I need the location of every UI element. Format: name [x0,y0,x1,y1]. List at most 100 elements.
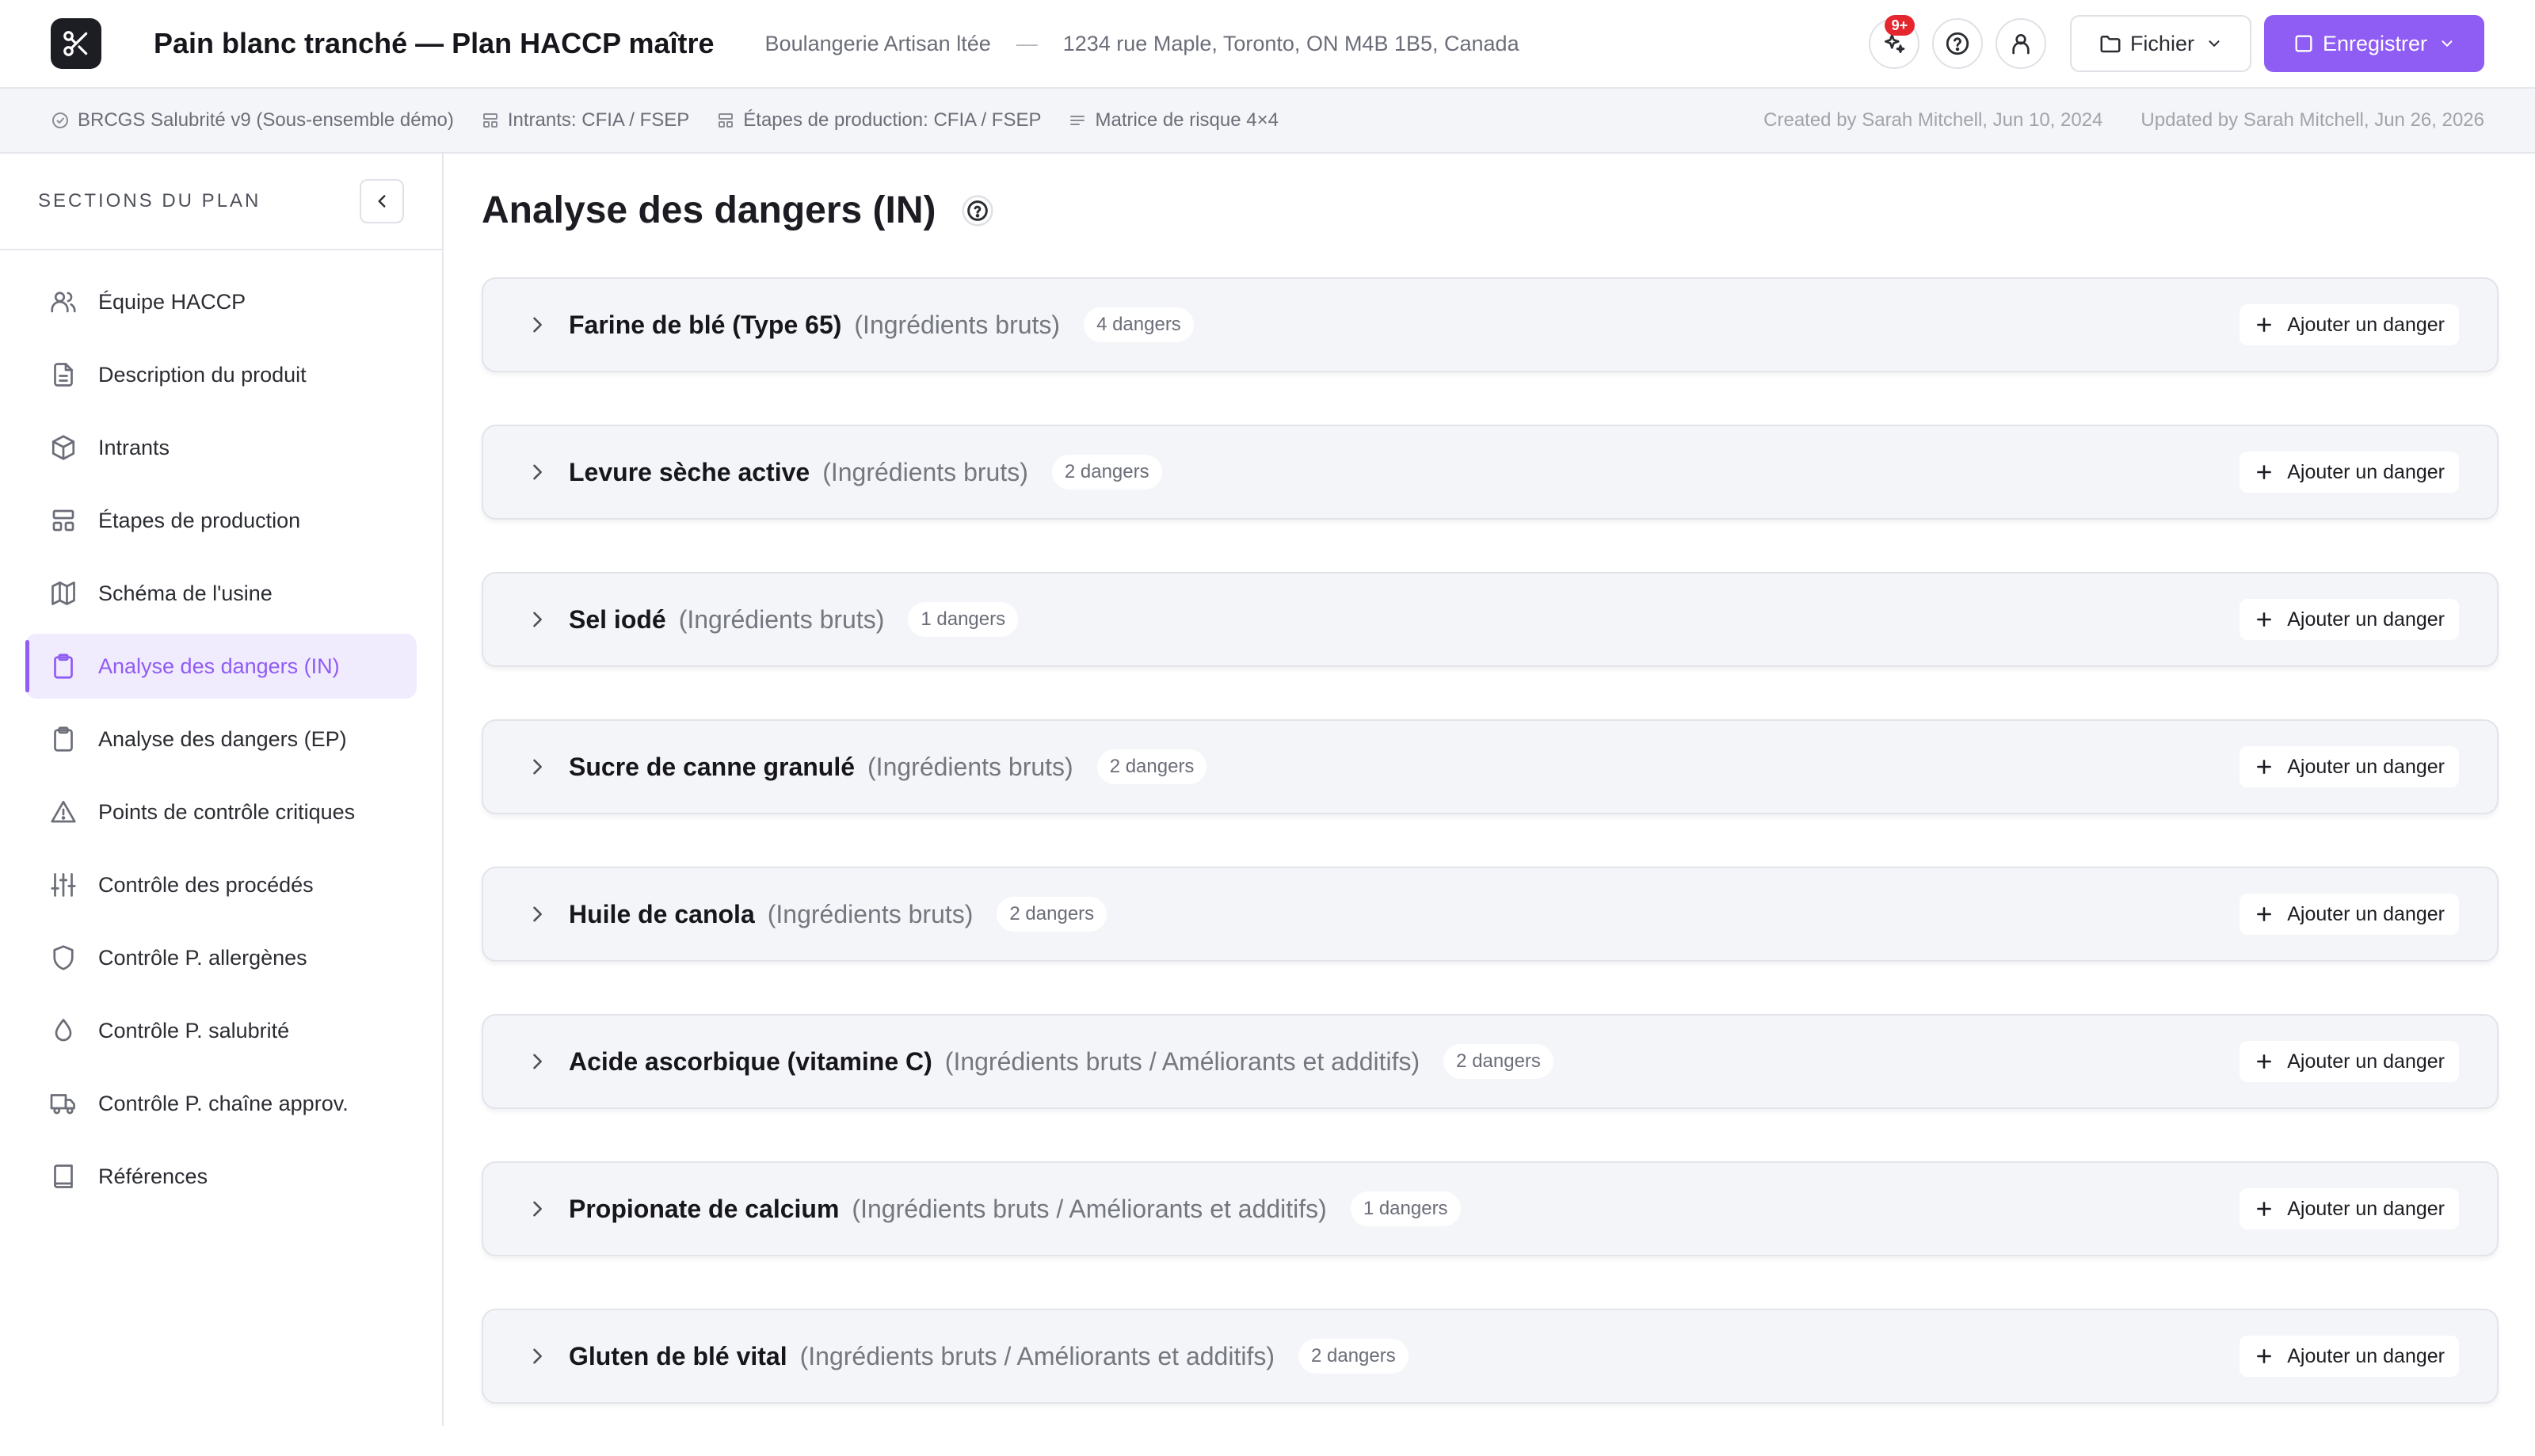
chevron-right-icon[interactable] [526,1050,548,1073]
chevron-down-icon[interactable] [2438,35,2456,52]
add-hazard-label: Ajouter un danger [2287,460,2445,483]
document-title: Pain blanc tranché — Plan HACCP maître [154,27,715,59]
created-info: Created by Sarah Mitchell, Jun 10, 2024 [1763,109,2103,131]
document-icon [49,360,78,389]
save-button[interactable]: Enregistrer [2263,15,2484,72]
add-hazard-button[interactable]: Ajouter un danger [2240,452,2459,493]
plan-sections-sidebar: SECTIONS DU PLAN Équipe HACCP Descriptio… [0,154,444,1426]
users-icon [49,288,78,316]
sidebar-item-references[interactable]: Références [25,1144,417,1209]
truck-icon [49,1089,78,1118]
clipboard-icon [49,725,78,753]
user-icon [2008,31,2034,56]
hazard-count-badge: 2 dangers [997,897,1107,932]
sidebar-item-label: Équipe HACCP [98,289,246,314]
company-address: 1234 rue Maple, Toronto, ON M4B 1B5, Can… [1062,31,1519,55]
ingredient-category: (Ingrédients bruts) [867,752,1073,781]
add-hazard-button[interactable]: Ajouter un danger [2240,304,2459,345]
user-account-button[interactable] [1995,18,2046,69]
ingredient-category: (Ingrédients bruts / Améliorants et addi… [944,1046,1420,1076]
ingredient-card[interactable]: Sucre de canne granulé (Ingrédients brut… [482,719,2499,814]
sidebar-item-label: Références [98,1164,208,1188]
sidebar-item-allergen-control[interactable]: Contrôle P. allergènes [25,925,417,990]
ingredient-name: Gluten de blé vital [569,1341,787,1370]
ingredient-card[interactable]: Propionate de calcium (Ingrédients bruts… [482,1161,2499,1256]
save-label: Enregistrer [2322,31,2427,55]
section-header: Analyse des dangers (IN) [482,189,995,232]
ingredient-category: (Ingrédients bruts) [822,457,1028,486]
chevron-right-icon[interactable] [526,1345,548,1367]
updated-info: Updated by Sarah Mitchell, Jun 26, 2026 [2140,109,2484,131]
add-hazard-label: Ajouter un danger [2287,755,2445,778]
add-hazard-label: Ajouter un danger [2287,608,2445,631]
sidebar-item-production-steps[interactable]: Étapes de production [25,488,417,553]
ingredient-category: (Ingrédients bruts / Améliorants et addi… [799,1341,1275,1370]
plus-icon [2254,609,2274,630]
file-menu-button[interactable]: Fichier [2069,15,2251,72]
notification-badge: 9+ [1884,15,1915,36]
sidebar-item-product-description[interactable]: Description du produit [25,342,417,407]
steps-icon [49,506,78,535]
meta-standard: BRCGS Salubrité v9 (Sous-ensemble démo) [51,109,454,131]
chevron-right-icon[interactable] [526,608,548,631]
chevron-right-icon[interactable] [526,903,548,925]
shield-icon [49,943,78,972]
sidebar-item-critical-control-points[interactable]: Points de contrôle critiques [25,779,417,844]
ingredient-card[interactable]: Sel iodé (Ingrédients bruts) 1 dangers A… [482,572,2499,667]
hazard-count-badge: 1 dangers [908,602,1019,637]
chevron-down-icon [2205,35,2223,52]
help-circle-icon[interactable] [960,193,995,228]
sidebar-item-label: Contrôle P. chaîne approv. [98,1091,349,1115]
add-hazard-button[interactable]: Ajouter un danger [2240,1336,2459,1377]
folder-icon [2099,32,2122,55]
hazard-count-badge: 4 dangers [1084,307,1194,342]
top-bar: Pain blanc tranché — Plan HACCP maître B… [0,0,2535,89]
collapse-sidebar-button[interactable] [360,179,404,223]
sidebar-item-sanitation-control[interactable]: Contrôle P. salubrité [25,998,417,1063]
hazard-count-badge: 2 dangers [1096,749,1207,784]
sidebar-item-label: Points de contrôle critiques [98,799,356,824]
ingredient-card[interactable]: Farine de blé (Type 65) (Ingrédients bru… [482,277,2499,372]
chevron-right-icon[interactable] [526,461,548,483]
meta-inputs: Intrants: CFIA / FSEP [481,109,689,131]
add-hazard-button[interactable]: Ajouter un danger [2240,746,2459,787]
ingredient-card[interactable]: Acide ascorbique (vitamine C) (Ingrédien… [482,1014,2499,1109]
meta-steps-label: Étapes de production: CFIA / FSEP [743,109,1042,131]
sidebar-item-supply-chain-control[interactable]: Contrôle P. chaîne approv. [25,1071,417,1136]
app-logo-icon[interactable] [51,18,101,69]
sidebar-item-inputs[interactable]: Intrants [25,415,417,480]
ingredient-name: Propionate de calcium [569,1194,840,1223]
ai-assistant-button[interactable]: 9+ [1868,15,1919,69]
chevron-right-icon[interactable] [526,1198,548,1220]
add-hazard-button[interactable]: Ajouter un danger [2240,894,2459,935]
audit-info: Created by Sarah Mitchell, Jun 10, 2024 … [1763,109,2484,131]
ingredient-name: Sucre de canne granulé [569,752,856,781]
add-hazard-button[interactable]: Ajouter un danger [2240,1041,2459,1082]
plus-icon [2254,314,2274,335]
ingredient-card[interactable]: Huile de canola (Ingrédients bruts) 2 da… [482,867,2499,962]
sidebar-nav: Équipe HACCP Description du produit Intr… [0,250,442,1209]
plus-icon [2254,1199,2274,1219]
hazard-count-badge: 2 dangers [1051,455,1162,490]
sidebar-item-hazard-analysis-ep[interactable]: Analyse des dangers (EP) [25,707,417,772]
sidebar-item-hazard-analysis-in[interactable]: Analyse des dangers (IN) [25,634,417,699]
sidebar-item-plant-schematic[interactable]: Schéma de l'usine [25,561,417,626]
chevron-right-icon[interactable] [526,314,548,336]
meta-steps: Étapes de production: CFIA / FSEP [716,109,1041,131]
chevron-left-icon [372,191,392,212]
chevron-right-icon[interactable] [526,756,548,778]
sidebar-item-process-control[interactable]: Contrôle des procédés [25,852,417,917]
sidebar-item-label: Contrôle P. allergènes [98,945,307,970]
ingredient-card[interactable]: Levure sèche active (Ingrédients bruts) … [482,425,2499,520]
check-circle-icon [51,111,70,130]
warning-icon [49,798,78,826]
add-hazard-button[interactable]: Ajouter un danger [2240,1188,2459,1229]
sidebar-item-label: Étapes de production [98,508,301,532]
add-hazard-button[interactable]: Ajouter un danger [2240,599,2459,640]
help-button[interactable] [1931,18,1983,69]
top-actions: 9+ Fichier Enregistrer [1868,15,2484,72]
add-hazard-label: Ajouter un danger [2287,1197,2445,1220]
plus-icon [2254,462,2274,482]
ingredient-card[interactable]: Gluten de blé vital (Ingrédients bruts /… [482,1309,2499,1404]
sidebar-item-haccp-team[interactable]: Équipe HACCP [25,269,417,334]
